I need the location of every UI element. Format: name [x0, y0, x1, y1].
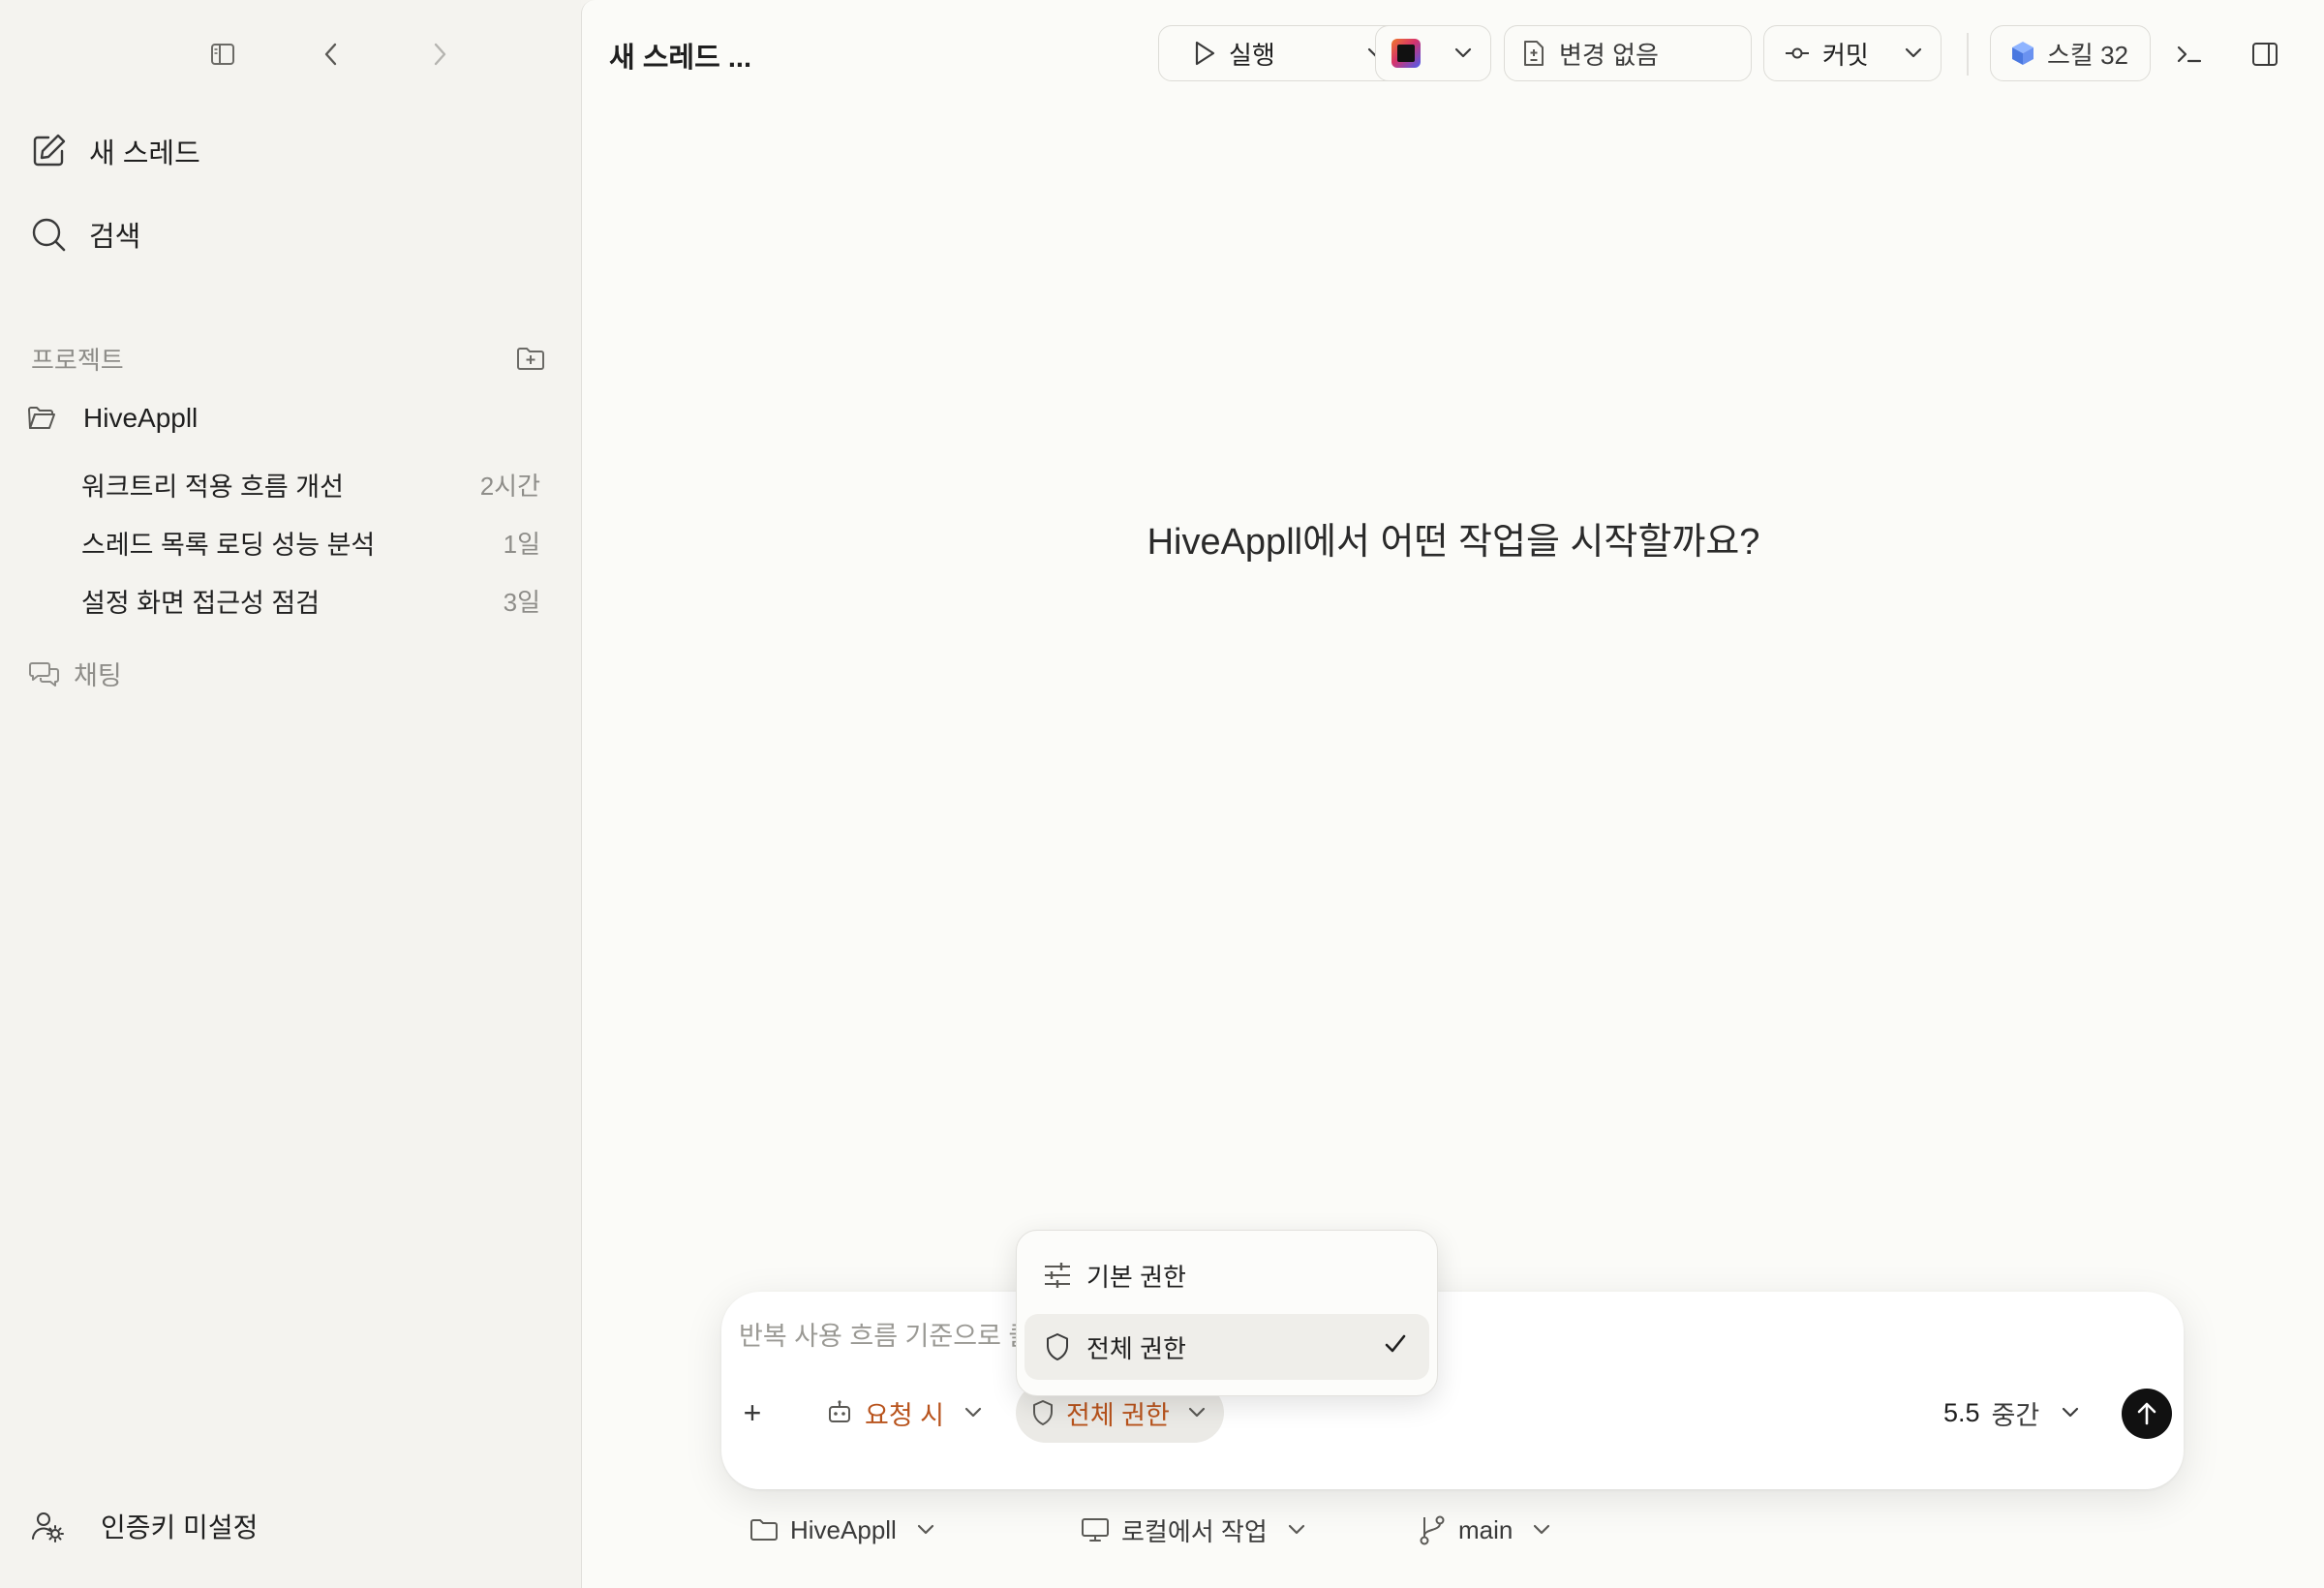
- chevron-down-icon: [1532, 1523, 1551, 1537]
- effort-label: 중간: [1991, 1400, 2040, 1430]
- chat-bubbles-icon: [29, 659, 60, 688]
- ide-app-icon: [1391, 39, 1421, 68]
- thread-item[interactable]: 스레드 목록 로딩 성능 분석 1일: [81, 523, 540, 562]
- search-button[interactable]: 검색: [29, 207, 140, 261]
- git-branch-icon: [1418, 1514, 1447, 1545]
- thread-title: 설정 화면 접근성 점검: [81, 588, 321, 618]
- project-item[interactable]: HiveAppll: [27, 403, 198, 434]
- chevron-down-icon: [916, 1523, 935, 1537]
- skills-button[interactable]: 스킬 32: [1990, 25, 2151, 81]
- search-label: 검색: [89, 222, 141, 253]
- thread-title: 스레드 목록 로딩 성능 분석: [81, 530, 376, 560]
- chevron-down-icon[interactable]: [1453, 46, 1473, 60]
- chat-label: 채팅: [74, 661, 122, 690]
- changes-button[interactable]: 변경 없음: [1504, 25, 1752, 81]
- environment-selector[interactable]: 로컬에서 작업: [1081, 1511, 1306, 1549]
- approval-mode-label: 요청 시: [865, 1400, 945, 1430]
- chevron-down-icon[interactable]: [1904, 46, 1923, 60]
- monitor-icon: [1081, 1517, 1110, 1542]
- composer[interactable]: 반복 사용 흐름 기준으로 클 + 요청 시 전체 권한 5.5 중간: [721, 1292, 2184, 1489]
- auth-label: 인증키 미설정: [101, 1512, 259, 1542]
- run-button[interactable]: 실행: [1158, 25, 1404, 81]
- file-diff-icon: [1522, 39, 1545, 68]
- back-icon[interactable]: [312, 35, 351, 74]
- chevron-down-icon: [1187, 1406, 1207, 1420]
- chat-item[interactable]: 채팅: [29, 655, 122, 692]
- auth-settings-item[interactable]: 인증키 미설정: [31, 1507, 258, 1545]
- search-icon: [29, 215, 68, 254]
- empty-state-headline: HiveAppll에서 어떤 작업을 시작할까요?: [1147, 522, 1760, 563]
- compose-icon: [29, 132, 68, 170]
- terminal-icon[interactable]: [2172, 37, 2207, 72]
- send-button[interactable]: [2122, 1389, 2172, 1439]
- shield-icon: [1040, 1329, 1075, 1364]
- permission-menu: 기본 권한 전체 권한: [1016, 1230, 1438, 1396]
- new-thread-label: 새 스레드: [89, 138, 200, 169]
- commit-label: 커밋: [1822, 40, 1869, 70]
- menu-item-label: 기본 권한: [1086, 1262, 1186, 1292]
- folder-icon: [749, 1517, 779, 1542]
- open-in-ide-button[interactable]: [1375, 25, 1491, 81]
- new-thread-button[interactable]: 새 스레드: [29, 124, 200, 178]
- menu-item-default-permission[interactable]: 기본 권한: [1024, 1242, 1429, 1308]
- commit-button[interactable]: 커밋: [1763, 25, 1942, 81]
- robot-icon: [826, 1400, 853, 1425]
- project-selector[interactable]: HiveAppll: [749, 1511, 935, 1549]
- sidebar: 새 스레드 검색 프로젝트 HiveAppll 워크트리 적용 흐름 개선 2시…: [0, 0, 581, 1588]
- project-selector-label: HiveAppll: [790, 1514, 897, 1544]
- toggle-panel-icon[interactable]: [2248, 37, 2282, 72]
- folder-open-icon: [27, 405, 56, 432]
- chevron-down-icon: [963, 1406, 983, 1420]
- user-settings-icon: [31, 1510, 64, 1542]
- arrow-up-icon: [2135, 1401, 2158, 1426]
- sidebar-toolbar: [0, 35, 581, 74]
- thread-item[interactable]: 워크트리 적용 흐름 개선 2시간: [81, 465, 540, 504]
- projects-section-label: 프로젝트: [31, 346, 124, 375]
- toolbar-divider: [1967, 33, 1969, 76]
- model-selector[interactable]: 5.5 중간: [1943, 1383, 2080, 1443]
- shield-icon: [1031, 1399, 1055, 1426]
- chevron-down-icon: [2061, 1406, 2080, 1420]
- approval-mode-button[interactable]: 요청 시: [826, 1383, 983, 1443]
- thread-time: 1일: [503, 529, 540, 559]
- chevron-down-icon: [1287, 1523, 1306, 1537]
- run-label: 실행: [1229, 40, 1275, 70]
- commit-icon: [1784, 44, 1811, 63]
- composer-input[interactable]: 반복 사용 흐름 기준으로 클: [739, 1315, 1032, 1353]
- project-name: HiveAppll: [83, 403, 199, 433]
- play-icon: [1192, 40, 1217, 67]
- model-version: 5.5: [1943, 1397, 1980, 1427]
- thread-item[interactable]: 설정 화면 접근성 점검 3일: [81, 581, 540, 620]
- thread-time: 2시간: [479, 471, 540, 501]
- cube-icon: [2010, 40, 2035, 67]
- add-project-icon[interactable]: [515, 343, 546, 374]
- permission-label: 전체 권한: [1066, 1400, 1170, 1430]
- add-attachment-button[interactable]: +: [733, 1383, 772, 1443]
- thread-time: 3일: [503, 587, 540, 617]
- skills-label: 스킬 32: [2047, 40, 2128, 70]
- forward-icon[interactable]: [420, 35, 459, 74]
- menu-item-full-permission[interactable]: 전체 권한: [1024, 1314, 1429, 1380]
- environment-label: 로컬에서 작업: [1121, 1516, 1268, 1546]
- branch-selector[interactable]: main: [1418, 1511, 1551, 1549]
- menu-item-label: 전체 권한: [1086, 1333, 1186, 1363]
- toggle-sidebar-icon[interactable]: [203, 35, 242, 74]
- checkmark-icon: [1383, 1331, 1408, 1357]
- branch-label: main: [1458, 1514, 1514, 1544]
- sliders-icon: [1040, 1258, 1075, 1293]
- thread-title: 워크트리 적용 흐름 개선: [81, 472, 344, 502]
- thread-title-header: 새 스레드 ...: [609, 43, 752, 74]
- changes-label: 변경 없음: [1559, 40, 1659, 70]
